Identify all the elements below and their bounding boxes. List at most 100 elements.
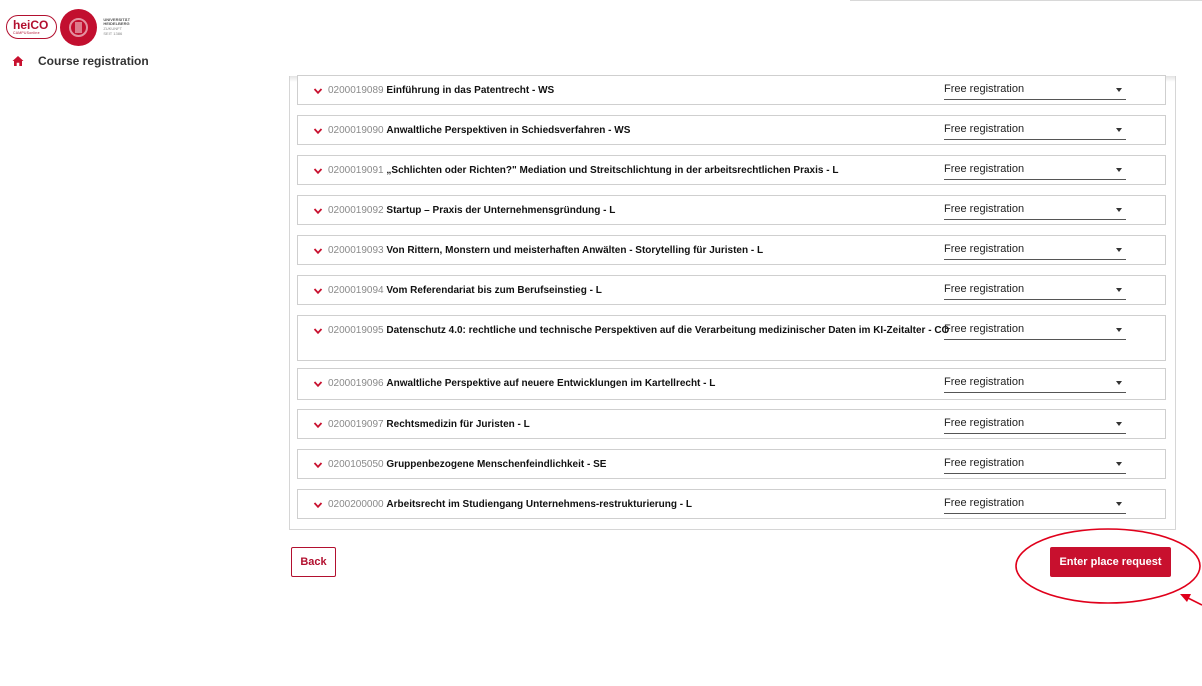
course-code: 0200019095 — [328, 325, 384, 336]
university-seal-icon — [60, 8, 98, 46]
registration-select-value: Free registration — [944, 243, 1025, 255]
page-title: Course registration — [38, 54, 149, 68]
registration-select-value: Free registration — [944, 283, 1025, 295]
course-name: Datenschutz 4.0: rechtliche und technisc… — [386, 325, 950, 336]
registration-select-value: Free registration — [944, 376, 1025, 388]
course-code: 0200019089 — [328, 85, 384, 96]
top-header: heiCO CAMPUSonline Universität Heidelber… — [0, 0, 1202, 76]
registration-select-value: Free registration — [944, 417, 1025, 429]
breadcrumb: Course registration — [12, 54, 149, 68]
registration-select[interactable]: Free registration — [944, 282, 1126, 300]
dropdown-caret-icon — [1116, 248, 1122, 252]
heico-logo-subtext: CAMPUSonline — [13, 30, 40, 35]
home-icon[interactable] — [12, 55, 24, 67]
course-name: Vom Referendariat bis zum Berufseinstieg… — [386, 285, 602, 296]
registration-select[interactable]: Free registration — [944, 122, 1126, 140]
dropdown-caret-icon — [1116, 422, 1122, 426]
course-row[interactable]: 0200019091 „Schlichten oder Richten?" Me… — [297, 155, 1166, 185]
course-row[interactable]: 0200105050 Gruppenbezogene Menschenfeind… — [297, 449, 1166, 479]
dropdown-caret-icon — [1116, 88, 1122, 92]
registration-select[interactable]: Free registration — [944, 456, 1126, 474]
course-title: 0200019094 Vom Referendariat bis zum Ber… — [328, 283, 958, 298]
registration-select-value: Free registration — [944, 83, 1025, 95]
annotation-arrow-head — [1180, 594, 1191, 602]
university-wordmark: Universität Heidelberg Zukunft seit 1386 — [103, 17, 133, 36]
annotation-arrow-line — [1185, 596, 1202, 606]
registration-select-value: Free registration — [944, 457, 1025, 469]
registration-select[interactable]: Free registration — [944, 416, 1126, 434]
course-title: 0200019093 Von Rittern, Monstern und mei… — [328, 243, 958, 258]
course-code: 0200019093 — [328, 245, 384, 256]
chevron-down-icon[interactable] — [313, 500, 323, 510]
course-code: 0200019092 — [328, 205, 384, 216]
dropdown-caret-icon — [1116, 328, 1122, 332]
course-code: 0200200000 — [328, 499, 384, 510]
course-row[interactable]: 0200019097 Rechtsmedizin für Juristen - … — [297, 409, 1166, 439]
dropdown-caret-icon — [1116, 462, 1122, 466]
dropdown-caret-icon — [1116, 502, 1122, 506]
course-name: Startup – Praxis der Unternehmensgründun… — [386, 205, 616, 216]
university-logo[interactable]: heiCO CAMPUSonline Universität Heidelber… — [6, 8, 133, 46]
course-title: 0200200000 Arbeitsrecht im Studiengang U… — [328, 497, 958, 512]
course-name: Einführung in das Patentrecht - WS — [386, 85, 555, 96]
wordmark-line: seit 1386 — [103, 30, 123, 36]
registration-select-value: Free registration — [944, 203, 1025, 215]
back-button[interactable]: Back — [291, 547, 336, 577]
course-row[interactable]: 0200019095 Datenschutz 4.0: rechtliche u… — [297, 315, 1166, 361]
course-row[interactable]: 0200019096 Anwaltliche Perspektive auf n… — [297, 368, 1166, 400]
registration-select[interactable]: Free registration — [944, 202, 1126, 220]
course-name: Gruppenbezogene Menschenfeindlichkeit - … — [386, 459, 607, 470]
course-title: 0200019096 Anwaltliche Perspektive auf n… — [328, 376, 958, 391]
chevron-down-icon[interactable] — [313, 246, 323, 256]
course-row[interactable]: 0200019093 Von Rittern, Monstern und mei… — [297, 235, 1166, 265]
chevron-down-icon[interactable] — [313, 460, 323, 470]
course-code: 0200019091 — [328, 165, 384, 176]
dropdown-caret-icon — [1116, 288, 1122, 292]
chevron-down-icon[interactable] — [313, 326, 323, 336]
course-name: „Schlichten oder Richten?" Mediation und… — [386, 165, 839, 176]
registration-select[interactable]: Free registration — [944, 162, 1126, 180]
course-name: Rechtsmedizin für Juristen - L — [386, 419, 530, 430]
registration-select[interactable]: Free registration — [944, 242, 1126, 260]
registration-select[interactable]: Free registration — [944, 496, 1126, 514]
dropdown-caret-icon — [1116, 208, 1122, 212]
course-title: 0200019095 Datenschutz 4.0: rechtliche u… — [328, 323, 958, 338]
heico-logo-text: heiCO — [13, 17, 49, 32]
course-title: 0200019092 Startup – Praxis der Unterneh… — [328, 203, 958, 218]
course-code: 0200105050 — [328, 459, 384, 470]
registration-select-value: Free registration — [944, 163, 1025, 175]
registration-select-value: Free registration — [944, 497, 1025, 509]
course-title: 0200019097 Rechtsmedizin für Juristen - … — [328, 417, 958, 432]
course-row[interactable]: 0200019094 Vom Referendariat bis zum Ber… — [297, 275, 1166, 305]
course-name: Arbeitsrecht im Studiengang Unternehmens… — [386, 499, 693, 510]
dropdown-caret-icon — [1116, 381, 1122, 385]
course-row[interactable]: 0200019092 Startup – Praxis der Unterneh… — [297, 195, 1166, 225]
dropdown-caret-icon — [1116, 168, 1122, 172]
registration-select-value: Free registration — [944, 123, 1025, 135]
registration-select[interactable]: Free registration — [944, 375, 1126, 393]
registration-select[interactable]: Free registration — [944, 322, 1126, 340]
chevron-down-icon[interactable] — [313, 379, 323, 389]
course-title: 0200019090 Anwaltliche Perspektiven in S… — [328, 123, 958, 138]
registration-select[interactable]: Free registration — [944, 82, 1126, 100]
chevron-down-icon[interactable] — [313, 126, 323, 136]
course-name: Anwaltliche Perspektiven in Schiedsverfa… — [386, 125, 631, 136]
course-code: 0200019090 — [328, 125, 384, 136]
chevron-down-icon[interactable] — [313, 166, 323, 176]
enter-place-request-button[interactable]: Enter place request — [1050, 547, 1171, 577]
header-divider — [850, 0, 1202, 1]
course-code: 0200019097 — [328, 419, 384, 430]
course-code: 0200019094 — [328, 285, 384, 296]
chevron-down-icon[interactable] — [313, 206, 323, 216]
chevron-down-icon[interactable] — [313, 420, 323, 430]
course-row[interactable]: 0200019089 Einführung in das Patentrecht… — [297, 75, 1166, 105]
course-title: 0200019091 „Schlichten oder Richten?" Me… — [328, 163, 958, 178]
course-name: Von Rittern, Monstern und meisterhaften … — [386, 245, 764, 256]
course-name: Anwaltliche Perspektive auf neuere Entwi… — [386, 378, 716, 389]
course-title: 0200019089 Einführung in das Patentrecht… — [328, 83, 958, 98]
course-row[interactable]: 0200200000 Arbeitsrecht im Studiengang U… — [297, 489, 1166, 519]
course-row[interactable]: 0200019090 Anwaltliche Perspektiven in S… — [297, 115, 1166, 145]
chevron-down-icon[interactable] — [313, 86, 323, 96]
heico-logo: heiCO CAMPUSonline — [6, 15, 58, 39]
chevron-down-icon[interactable] — [313, 286, 323, 296]
